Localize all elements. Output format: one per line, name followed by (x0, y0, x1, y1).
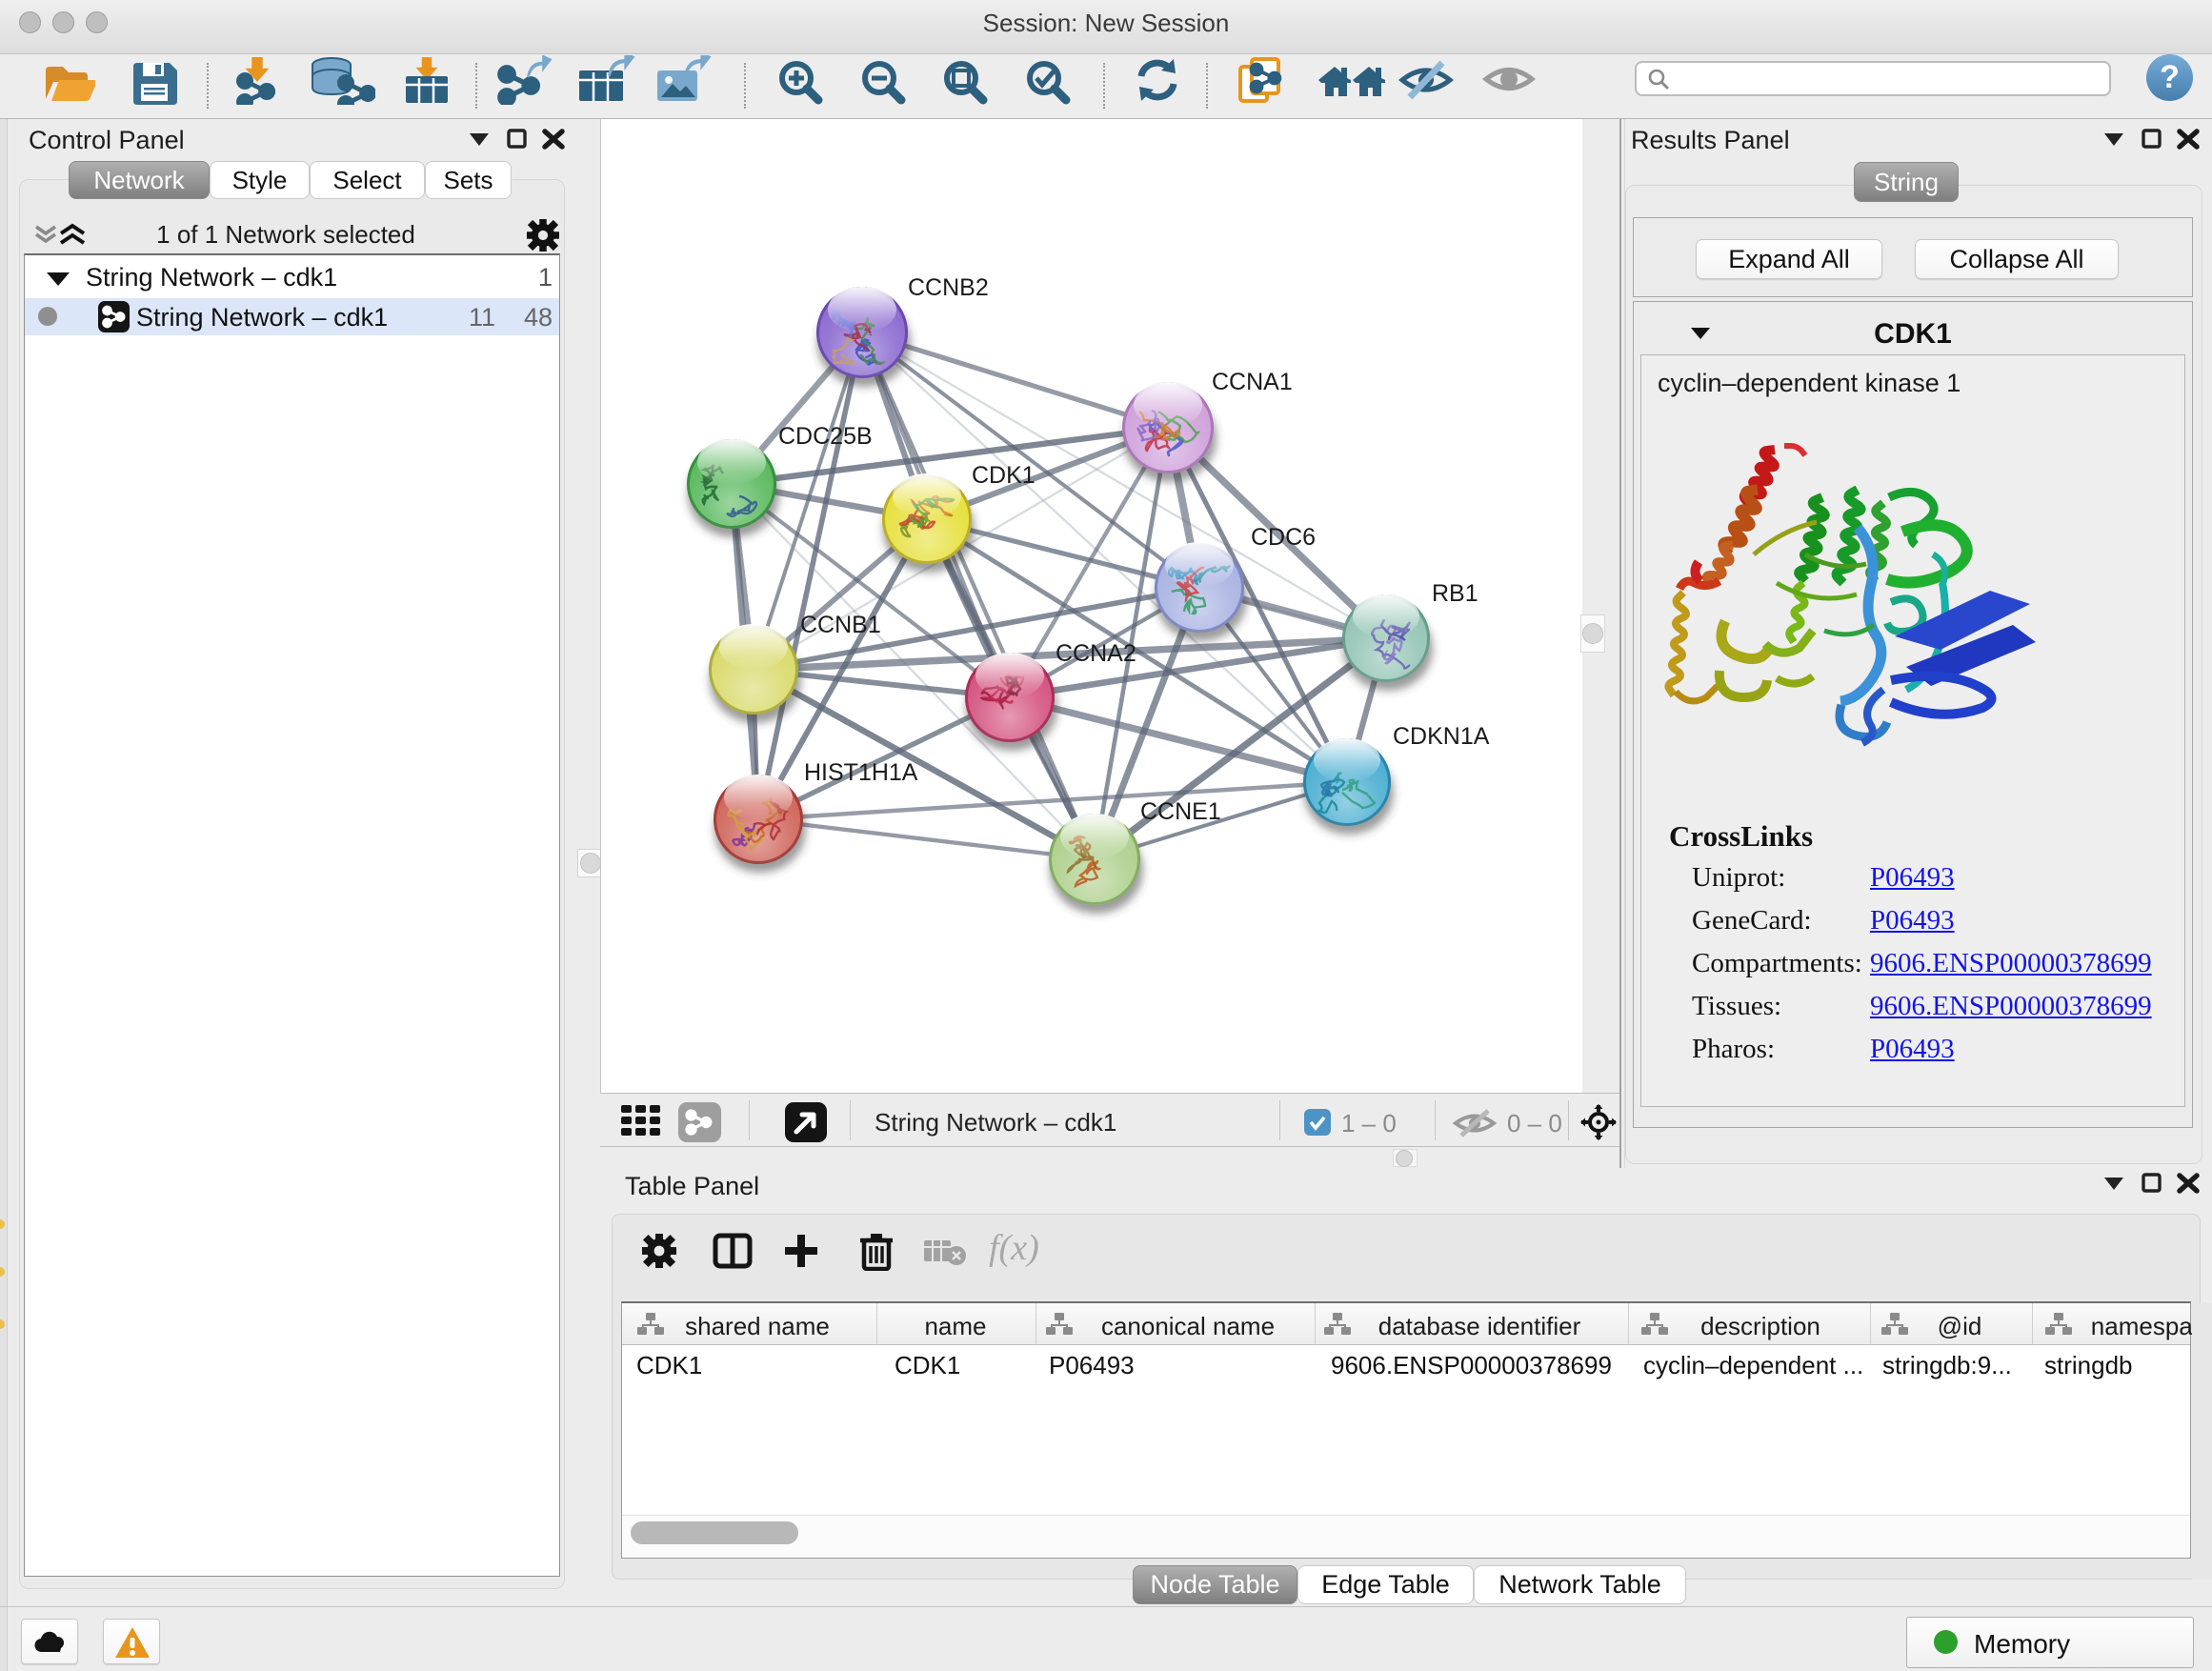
svg-text:CCNA2: CCNA2 (1056, 640, 1136, 667)
svg-text:CDKN1A: CDKN1A (1393, 723, 1490, 750)
svg-text:CCNB2: CCNB2 (908, 274, 989, 301)
svg-text:RB1: RB1 (1432, 580, 1478, 607)
svg-text:CDK1: CDK1 (972, 462, 1036, 489)
svg-text:CDC25B: CDC25B (778, 423, 873, 450)
svg-text:CCNB1: CCNB1 (800, 612, 881, 638)
svg-text:HIST1H1A: HIST1H1A (804, 759, 918, 786)
svg-text:CDC6: CDC6 (1251, 524, 1316, 551)
svg-text:CCNE1: CCNE1 (1140, 798, 1221, 825)
svg-text:CCNA1: CCNA1 (1212, 369, 1293, 395)
